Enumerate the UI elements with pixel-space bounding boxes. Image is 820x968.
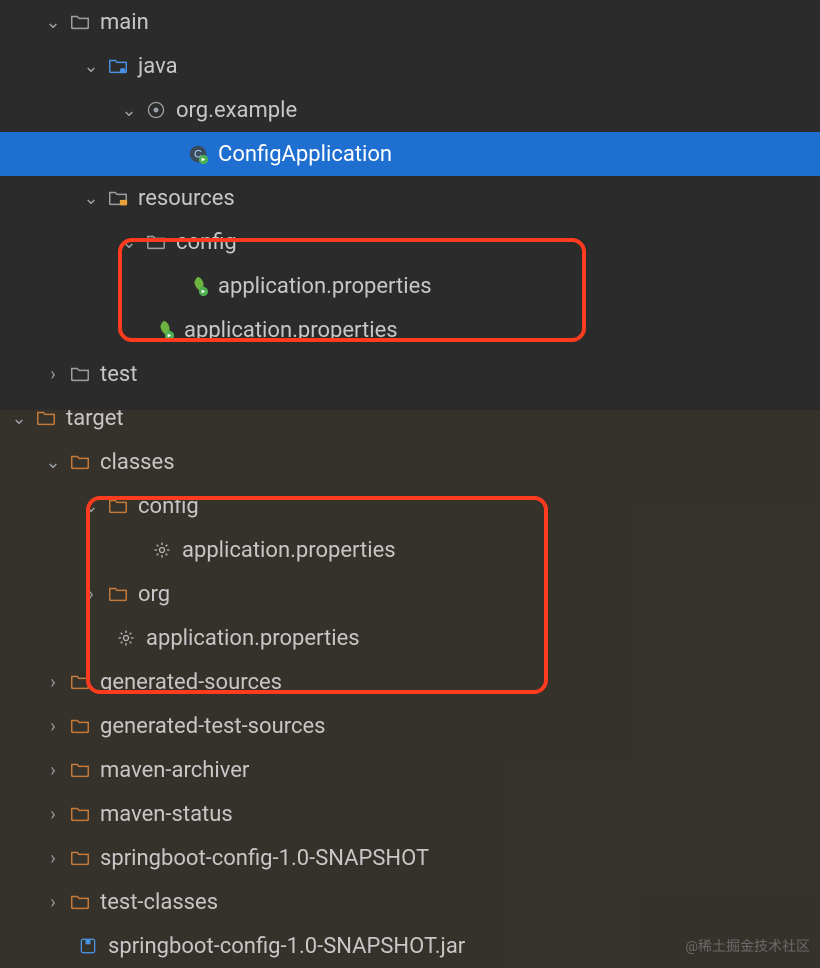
package-icon [144,98,168,122]
tree-class-configapplication[interactable]: C ConfigApplication [0,132,820,176]
tree-label: config [138,494,199,519]
chevron-right-icon: › [44,672,62,693]
folder-icon [144,230,168,254]
tree-folder-target[interactable]: ⌄ target [0,396,820,440]
project-tree: ⌄ main ⌄ java ⌄ org.example C ConfigAppl… [0,0,820,968]
chevron-down-icon: ⌄ [10,408,28,429]
chevron-right-icon: › [44,760,62,781]
excluded-folder-icon [34,406,58,430]
tree-label: test-classes [100,890,218,915]
tree-label: org [138,582,170,607]
tree-label: application.properties [182,538,396,563]
tree-folder-resources[interactable]: ⌄ resources [0,176,820,220]
tree-file-application-properties-4[interactable]: application.properties [0,616,820,660]
chevron-right-icon: › [44,364,62,385]
chevron-down-icon: ⌄ [44,12,62,33]
tree-label: ConfigApplication [218,142,392,167]
tree-folder-test-classes[interactable]: › test-classes [0,880,820,924]
tree-label: application.properties [218,274,432,299]
tree-label: maven-archiver [100,758,249,783]
tree-label: springboot-config-1.0-SNAPSHOT [100,846,429,871]
tree-label: target [66,406,124,431]
folder-icon [68,362,92,386]
excluded-folder-icon [68,846,92,870]
tree-folder-main[interactable]: ⌄ main [0,0,820,44]
excluded-folder-icon [68,890,92,914]
tree-folder-classes-config[interactable]: ⌄ config [0,484,820,528]
tree-folder-maven-archiver[interactable]: › maven-archiver [0,748,820,792]
watermark: @稀土掘金技术社区 [685,936,810,956]
tree-folder-generated-sources[interactable]: › generated-sources [0,660,820,704]
tree-file-application-properties-3[interactable]: application.properties [0,528,820,572]
spring-config-icon [152,318,176,342]
excluded-folder-icon [68,450,92,474]
tree-label: main [100,10,149,35]
tree-label: maven-status [100,802,233,827]
resources-folder-icon [106,186,130,210]
tree-folder-config[interactable]: ⌄ config [0,220,820,264]
tree-label: classes [100,450,175,475]
tree-file-application-properties-2[interactable]: application.properties [0,308,820,352]
gear-icon [150,538,174,562]
tree-folder-snapshot[interactable]: › springboot-config-1.0-SNAPSHOT [0,836,820,880]
tree-label: generated-test-sources [100,714,326,739]
chevron-right-icon: › [44,848,62,869]
excluded-folder-icon [106,494,130,518]
excluded-folder-icon [68,802,92,826]
chevron-down-icon: ⌄ [82,188,100,209]
folder-icon [68,10,92,34]
source-folder-icon [106,54,130,78]
tree-package[interactable]: ⌄ org.example [0,88,820,132]
excluded-folder-icon [106,582,130,606]
excluded-folder-icon [68,670,92,694]
tree-label: test [100,362,137,387]
tree-folder-classes-org[interactable]: › org [0,572,820,616]
chevron-down-icon: ⌄ [82,496,100,517]
chevron-down-icon: ⌄ [44,452,62,473]
chevron-down-icon: ⌄ [120,100,138,121]
chevron-right-icon: › [44,892,62,913]
tree-label: generated-sources [100,670,282,695]
class-run-icon: C [186,142,210,166]
chevron-right-icon: › [44,716,62,737]
tree-folder-test[interactable]: › test [0,352,820,396]
tree-folder-java[interactable]: ⌄ java [0,44,820,88]
tree-label: application.properties [184,318,398,343]
chevron-right-icon: › [82,584,100,605]
chevron-down-icon: ⌄ [82,56,100,77]
excluded-folder-icon [68,758,92,782]
archive-icon [76,934,100,958]
tree-label: java [138,54,178,79]
tree-label: org.example [176,98,297,123]
excluded-folder-icon [68,714,92,738]
tree-label: application.properties [146,626,360,651]
spring-config-icon [186,274,210,298]
tree-folder-generated-test-sources[interactable]: › generated-test-sources [0,704,820,748]
chevron-right-icon: › [44,804,62,825]
tree-folder-maven-status[interactable]: › maven-status [0,792,820,836]
gear-icon [114,626,138,650]
tree-label: resources [138,186,235,211]
tree-label: springboot-config-1.0-SNAPSHOT.jar [108,934,465,959]
chevron-down-icon: ⌄ [120,232,138,253]
tree-label: config [176,230,237,255]
tree-file-application-properties-1[interactable]: application.properties [0,264,820,308]
tree-folder-classes[interactable]: ⌄ classes [0,440,820,484]
